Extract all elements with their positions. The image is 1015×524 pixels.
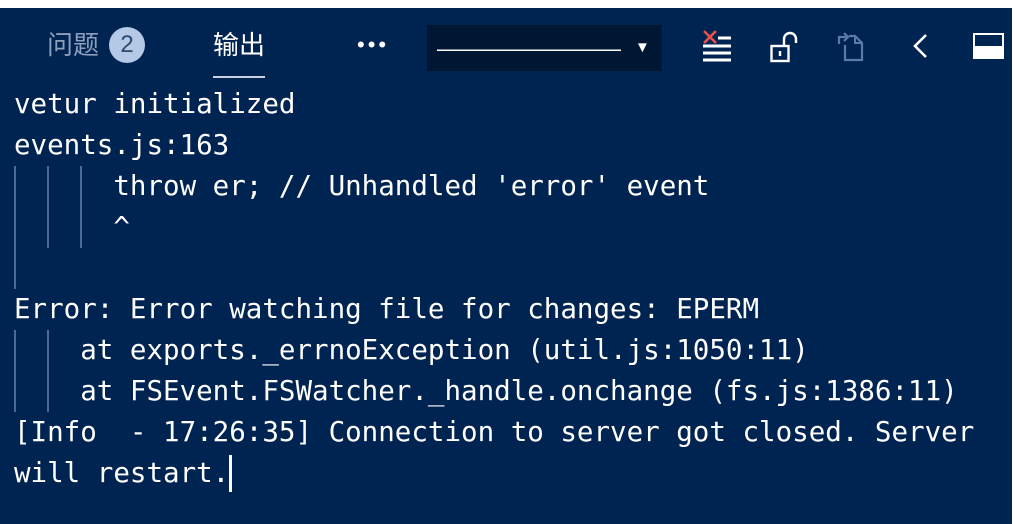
more-actions-icon[interactable]: ••• [357, 27, 389, 63]
problems-count-badge: 2 [109, 27, 145, 63]
output-panel: 问题 2 输出 ••• ———————— ▼ vetur initialized… [0, 8, 1012, 524]
indent-guide [47, 371, 49, 412]
output-line-text: will restart. [14, 457, 230, 489]
output-line: will restart. [0, 453, 1012, 494]
output-line-text: at FSEvent.FSWatcher._handle.onchange (f… [14, 375, 958, 407]
indent-guide [14, 248, 16, 289]
open-log-file-icon[interactable] [837, 30, 865, 62]
output-line: at exports._errnoException (util.js:1050… [0, 330, 1012, 371]
output-line-text: ^ [14, 211, 130, 243]
output-line-text: events.js:163 [14, 129, 230, 161]
output-line: throw er; // Unhandled 'error' event [0, 166, 1012, 207]
indent-guide [14, 207, 16, 248]
tab-output-label: 输出 [213, 30, 266, 60]
chevron-down-icon: ▼ [635, 39, 650, 56]
output-line: vetur initialized [0, 84, 1012, 125]
chevron-left-icon[interactable] [911, 33, 929, 59]
output-line: Error: Error watching file for changes: … [0, 289, 1012, 330]
output-line-text: vetur initialized [14, 88, 296, 120]
clear-output-icon[interactable] [703, 30, 731, 62]
output-line-text: Error: Error watching file for changes: … [14, 293, 760, 325]
output-line-text: throw er; // Unhandled 'error' event [14, 170, 710, 202]
active-tab-indicator [213, 76, 265, 78]
indent-guide [47, 166, 49, 207]
indent-guide [47, 207, 49, 248]
maximize-panel-icon[interactable] [973, 33, 1004, 59]
indent-guide [80, 207, 82, 248]
output-line: ^ [0, 207, 1012, 248]
output-channel-selected-value: ———————— [437, 35, 621, 61]
output-line: at FSEvent.FSWatcher._handle.onchange (f… [0, 371, 1012, 412]
output-text-area[interactable]: vetur initialized events.js:163 throw er… [0, 84, 1012, 494]
indent-guide [14, 166, 16, 207]
indent-guide [80, 166, 82, 207]
output-line: events.js:163 [0, 125, 1012, 166]
scroll-lock-icon[interactable] [770, 31, 798, 63]
indent-guide [14, 371, 16, 412]
text-cursor [229, 455, 233, 492]
output-line-text: at exports._errnoException (util.js:1050… [14, 334, 809, 366]
tab-output[interactable]: 输出 [213, 27, 265, 63]
output-line: [Info - 17:26:35] Connection to server g… [0, 412, 1012, 453]
indent-guide [47, 330, 49, 371]
output-channel-select[interactable]: ———————— ▼ [427, 25, 662, 71]
output-line-text: [Info - 17:26:35] Connection to server g… [14, 416, 975, 448]
tab-problems[interactable]: 问题 [47, 27, 99, 63]
output-line [0, 248, 1012, 289]
tab-problems-label: 问题 [47, 30, 100, 60]
indent-guide [14, 330, 16, 371]
